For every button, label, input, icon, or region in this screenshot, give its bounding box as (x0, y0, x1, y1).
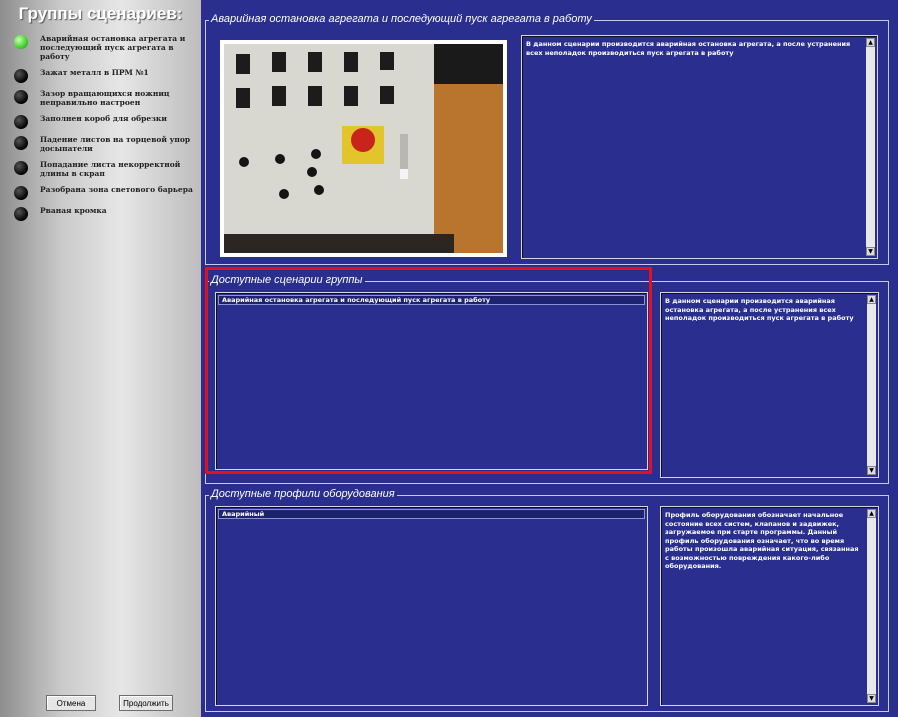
scenario-group-item[interactable]: Падение листов на торцевой упор досыпате… (14, 135, 204, 153)
group-description-scrollbar[interactable]: ▲ ▼ (867, 295, 876, 475)
scenario-group-item[interactable]: Аварийная остановка агрегата и последующ… (14, 34, 204, 61)
scenario-description-scrollbar[interactable]: ▲ ▼ (866, 38, 875, 256)
scroll-up-icon[interactable]: ▲ (866, 38, 875, 47)
profile-description-scrollbar[interactable]: ▲ ▼ (867, 509, 876, 703)
scroll-down-icon[interactable]: ▼ (867, 466, 876, 475)
equipment-profiles-title: Доступные профили оборудования (209, 488, 397, 500)
scenario-description-box[interactable]: В данном сценарии производится аварийная… (521, 35, 878, 259)
scenario-group-label: Зазор вращающихся ножниц неправильно нас… (40, 89, 170, 107)
scroll-down-icon[interactable]: ▼ (866, 247, 875, 256)
inactive-indicator-icon (14, 115, 28, 129)
list-item[interactable]: Аварийный (218, 509, 645, 519)
scenario-group-list: Аварийная остановка агрегата и последующ… (14, 34, 204, 227)
group-scenarios-list[interactable]: Аварийная остановка агрегата и последующ… (215, 292, 648, 470)
scenario-group-item[interactable]: Заполнен короб для обрезки (14, 114, 204, 129)
scenario-group-label: Разобрана зона светового барьера (40, 185, 193, 194)
scenario-group-label: Заполнен короб для обрезки (40, 114, 167, 123)
scenario-group-item[interactable]: Зажат металл в ПРМ №1 (14, 68, 204, 83)
equipment-profiles-list[interactable]: Аварийный (215, 506, 648, 706)
scenario-group-label: Попадание листа некорректной длины в скр… (40, 160, 181, 178)
list-item[interactable]: Аварийная остановка агрегата и последующ… (218, 295, 645, 305)
inactive-indicator-icon (14, 69, 28, 83)
scenario-group-label: Аварийная остановка агрегата и последующ… (40, 34, 186, 61)
scenario-group-item[interactable]: Разобрана зона светового барьера (14, 185, 204, 200)
scroll-up-icon[interactable]: ▲ (867, 509, 876, 518)
continue-button[interactable]: Продолжить (119, 695, 173, 711)
cancel-button[interactable]: Отмена (46, 695, 96, 711)
control-panel-image (224, 44, 503, 253)
active-indicator-icon (14, 35, 28, 49)
inactive-indicator-icon (14, 207, 28, 221)
scenario-group-item[interactable]: Рваная кромка (14, 206, 204, 221)
scenario-group-item[interactable]: Попадание листа некорректной длины в скр… (14, 160, 204, 178)
scenario-group-label: Зажат металл в ПРМ №1 (40, 68, 149, 77)
profile-description-box[interactable]: Профиль оборудования обозначает начально… (660, 506, 879, 706)
scenario-group-label: Падение листов на торцевой упор досыпате… (40, 135, 191, 153)
inactive-indicator-icon (14, 136, 28, 150)
inactive-indicator-icon (14, 161, 28, 175)
inactive-indicator-icon (14, 90, 28, 104)
scroll-up-icon[interactable]: ▲ (867, 295, 876, 304)
scroll-down-icon[interactable]: ▼ (867, 694, 876, 703)
scenario-photo (220, 40, 507, 257)
group-scenario-description-text: В данном сценарии производится аварийная… (665, 297, 854, 322)
scenario-description-text: В данном сценарии производится аварийная… (526, 40, 851, 57)
scenario-groups-sidebar: Группы сценариев: Аварийная остановка аг… (0, 0, 201, 717)
scenario-panel-title: Аварийная остановка агрегата и последующ… (209, 13, 594, 25)
sidebar-title: Группы сценариев: (18, 4, 183, 23)
group-scenario-description-box[interactable]: В данном сценарии производится аварийная… (660, 292, 879, 478)
scenario-group-label: Рваная кромка (40, 206, 107, 215)
scenario-group-item[interactable]: Зазор вращающихся ножниц неправильно нас… (14, 89, 204, 107)
group-scenarios-title: Доступные сценарии группы (209, 274, 365, 286)
profile-description-text: Профиль оборудования обозначает начально… (665, 511, 859, 570)
inactive-indicator-icon (14, 186, 28, 200)
